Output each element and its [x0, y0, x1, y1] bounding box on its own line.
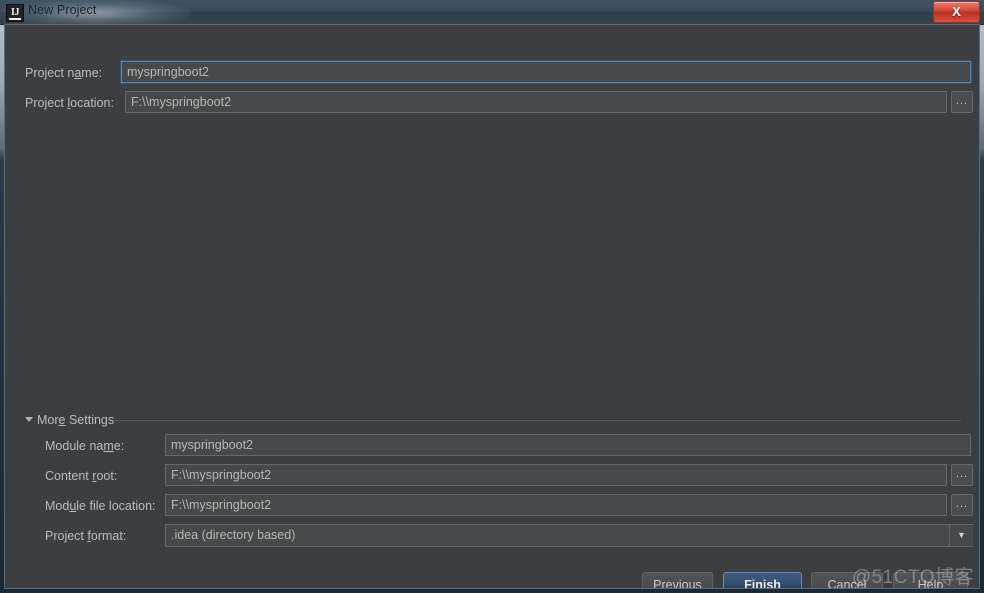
module-name-label: Module name: — [45, 439, 125, 453]
project-format-label: Project format: — [45, 529, 127, 543]
more-settings-label: More Settings — [37, 413, 115, 427]
more-settings-separator — [113, 420, 961, 421]
module-file-location-label: Module file location: — [45, 499, 156, 513]
content-root-input[interactable]: F:\\myspringboot2 — [165, 464, 947, 486]
dialog-window: IJ New Project X Project name: myspringb… — [0, 0, 984, 593]
project-location-browse-button[interactable]: ... — [951, 91, 973, 113]
previous-button[interactable]: Previous — [642, 572, 713, 588]
module-name-input[interactable]: myspringboot2 — [165, 434, 971, 456]
window-title: New Project — [28, 3, 97, 17]
project-location-label: Project location: — [25, 96, 114, 110]
title-bar: IJ New Project X — [0, 0, 984, 25]
module-file-location-input[interactable]: F:\\myspringboot2 — [165, 494, 947, 516]
project-format-select[interactable]: .idea (directory based) — [165, 524, 973, 547]
cancel-button[interactable]: Cancel — [811, 572, 883, 588]
content-root-browse-button[interactable]: ... — [951, 464, 973, 486]
chevron-down-icon — [25, 417, 33, 422]
help-button[interactable]: Help — [893, 572, 968, 588]
finish-button[interactable]: Finish — [723, 572, 802, 588]
close-button[interactable]: X — [933, 1, 980, 23]
chevron-down-icon[interactable]: ▼ — [949, 525, 973, 546]
dialog-content: Project name: myspringboot2 Project loca… — [5, 25, 979, 588]
close-icon: X — [952, 4, 961, 19]
content-root-label: Content root: — [45, 469, 118, 483]
project-name-input[interactable]: myspringboot2 — [121, 61, 971, 83]
intellij-idea-icon: IJ — [6, 4, 24, 22]
dialog-frame: Project name: myspringboot2 Project loca… — [4, 24, 980, 589]
project-name-label: Project name: — [25, 66, 103, 80]
project-location-input[interactable]: F:\\myspringboot2 — [125, 91, 947, 113]
module-file-location-browse-button[interactable]: ... — [951, 494, 973, 516]
